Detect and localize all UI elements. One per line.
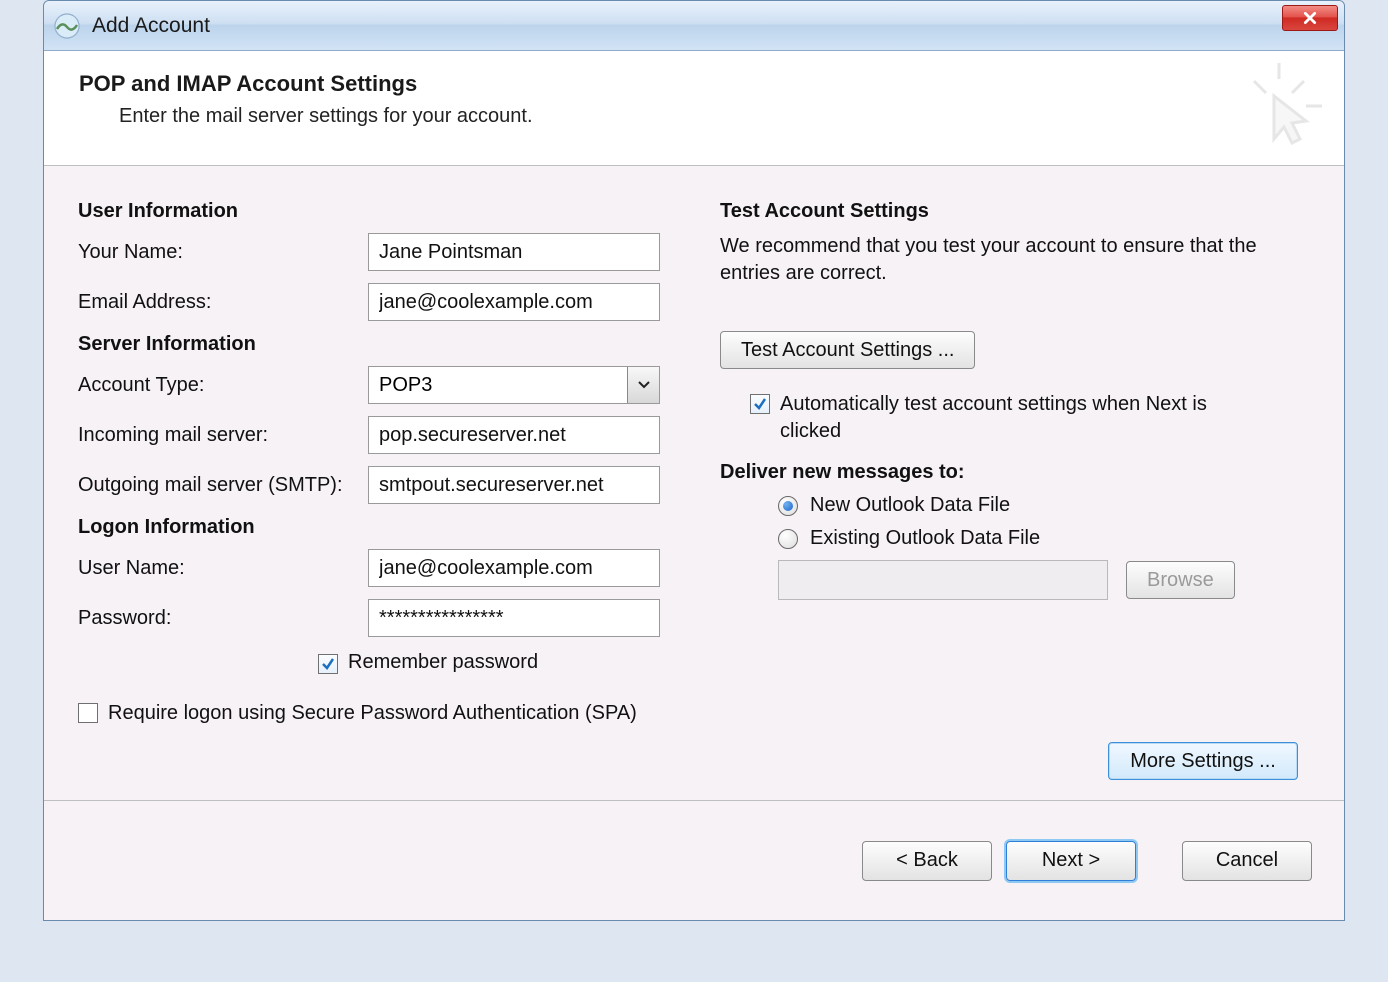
- label-auto-test: Automatically test account settings when…: [780, 391, 1250, 445]
- input-incoming[interactable]: [368, 416, 660, 454]
- label-existing-data-file: Existing Outlook Data File: [810, 527, 1040, 550]
- cancel-button[interactable]: Cancel: [1182, 841, 1312, 881]
- label-incoming: Incoming mail server:: [78, 424, 368, 447]
- back-button[interactable]: < Back: [862, 841, 992, 881]
- test-account-settings-button[interactable]: Test Account Settings ...: [720, 331, 975, 369]
- wizard-title: POP and IMAP Account Settings: [79, 71, 1309, 97]
- test-settings-description: We recommend that you test your account …: [720, 233, 1310, 287]
- label-email: Email Address:: [78, 291, 368, 314]
- section-logon-info: Logon Information: [78, 516, 660, 539]
- label-remember-password: Remember password: [348, 649, 538, 676]
- next-button[interactable]: Next >: [1006, 841, 1136, 881]
- input-password[interactable]: [368, 599, 660, 637]
- label-password: Password:: [78, 607, 368, 630]
- checkbox-spa[interactable]: [78, 703, 98, 723]
- more-settings-button[interactable]: More Settings ...: [1108, 742, 1298, 780]
- radio-new-data-file[interactable]: [778, 496, 798, 516]
- label-account-type: Account Type:: [78, 374, 368, 397]
- section-test-settings: Test Account Settings: [720, 200, 1310, 223]
- label-your-name: Your Name:: [78, 241, 368, 264]
- checkbox-remember-password[interactable]: [318, 654, 338, 674]
- window-title: Add Account: [92, 14, 210, 38]
- section-user-info: User Information: [78, 200, 660, 223]
- label-new-data-file: New Outlook Data File: [810, 494, 1010, 517]
- chevron-down-icon[interactable]: [627, 367, 659, 403]
- input-existing-data-file: [778, 560, 1108, 600]
- label-outgoing: Outgoing mail server (SMTP):: [78, 474, 368, 497]
- app-icon: [54, 13, 80, 39]
- label-spa: Require logon using Secure Password Auth…: [108, 700, 637, 727]
- close-button[interactable]: [1282, 5, 1338, 31]
- radio-existing-data-file[interactable]: [778, 529, 798, 549]
- wizard-footer: < Back Next > Cancel: [44, 800, 1344, 920]
- add-account-window: Add Account POP and IMAP Account Setting…: [43, 0, 1345, 921]
- select-account-type[interactable]: POP3: [368, 366, 660, 404]
- browse-button: Browse: [1126, 561, 1235, 599]
- label-username: User Name:: [78, 557, 368, 580]
- left-column: User Information Your Name: Email Addres…: [78, 194, 660, 780]
- input-email[interactable]: [368, 283, 660, 321]
- cursor-decor-icon: [1234, 61, 1324, 151]
- right-column: Test Account Settings We recommend that …: [720, 194, 1310, 780]
- select-account-type-value: POP3: [369, 367, 627, 403]
- input-your-name[interactable]: [368, 233, 660, 271]
- wizard-body: User Information Your Name: Email Addres…: [44, 166, 1344, 800]
- section-server-info: Server Information: [78, 333, 660, 356]
- wizard-header: POP and IMAP Account Settings Enter the …: [44, 51, 1344, 166]
- checkbox-auto-test[interactable]: [750, 394, 770, 414]
- wizard-subtitle: Enter the mail server settings for your …: [119, 105, 1309, 128]
- input-outgoing[interactable]: [368, 466, 660, 504]
- titlebar: Add Account: [44, 1, 1344, 51]
- section-deliver-to: Deliver new messages to:: [720, 461, 1310, 484]
- input-username[interactable]: [368, 549, 660, 587]
